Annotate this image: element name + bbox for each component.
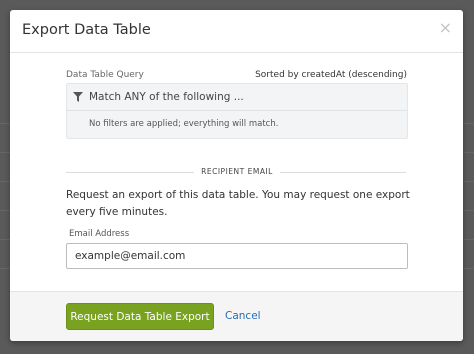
modal-title: Export Data Table (22, 22, 151, 38)
modal-footer: Request Data Table Export Cancel (10, 291, 463, 341)
query-label: Data Table Query (66, 70, 144, 80)
email-label: Email Address (69, 229, 130, 239)
query-empty-text: No filters are applied; everything will … (89, 119, 279, 129)
query-box: Match ANY of the following ... No filter… (66, 83, 408, 139)
filter-icon (73, 92, 83, 102)
close-icon[interactable]: × (439, 20, 452, 36)
request-export-button[interactable]: Request Data Table Export (66, 303, 214, 330)
divider (66, 172, 194, 173)
modal-header: Export Data Table × (10, 10, 463, 53)
query-match-header[interactable]: Match ANY of the following ... (67, 84, 407, 111)
query-match-text: Match ANY of the following ... (89, 91, 244, 103)
export-modal: Export Data Table × Data Table Query Sor… (10, 10, 463, 341)
email-field[interactable] (66, 243, 408, 269)
sort-label: Sorted by createdAt (descending) (255, 70, 407, 80)
cancel-link[interactable]: Cancel (225, 310, 261, 322)
export-description: Request an export of this data table. Yo… (66, 189, 410, 218)
divider (280, 172, 406, 173)
section-title: RECIPIENT EMAIL (201, 167, 273, 176)
